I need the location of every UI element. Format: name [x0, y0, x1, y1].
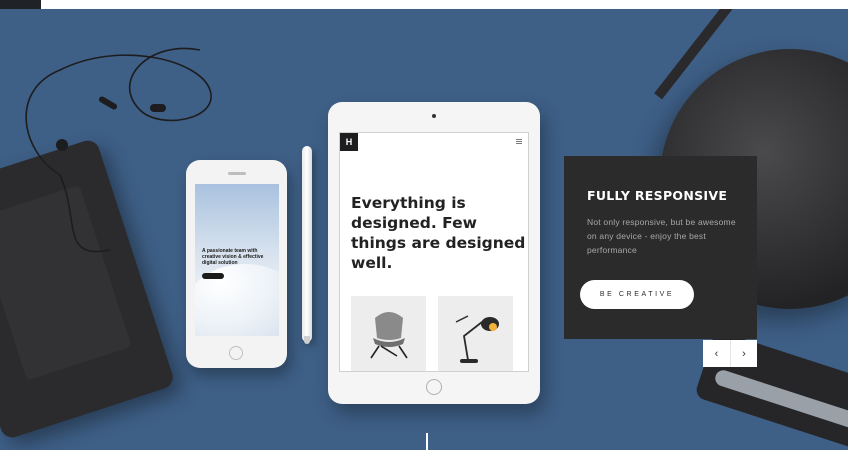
stylus-pencil-prop	[302, 146, 312, 342]
tablet-logo[interactable]: H	[340, 133, 358, 151]
cable-prop	[426, 433, 428, 450]
site-logo[interactable]	[0, 0, 41, 9]
feature-description: Not only responsive, but be awesome on a…	[587, 217, 736, 255]
phone-mockup: A passionate team with creative vision &…	[186, 160, 287, 368]
phone-screen: A passionate team with creative vision &…	[195, 184, 279, 336]
feature-title: FULLY RESPONSIVE	[587, 188, 728, 203]
lamp-product-image[interactable]	[438, 296, 513, 371]
phone-speaker	[228, 172, 246, 175]
lamp-icon	[455, 315, 499, 363]
tablet-home-button	[426, 379, 442, 395]
phone-cta-button[interactable]	[202, 273, 224, 279]
chevron-left-icon: ‹	[714, 347, 719, 360]
next-slide-button[interactable]: ›	[730, 340, 757, 367]
stylus-tip	[304, 336, 310, 344]
chair-icon	[370, 312, 408, 359]
top-bar	[0, 0, 848, 9]
chair-product-image[interactable]	[351, 296, 426, 371]
prev-slide-button[interactable]: ‹	[703, 340, 730, 367]
tablet-mockup: H Everything is designed. Few things are…	[328, 102, 540, 404]
phone-headline: A passionate team with creative vision &…	[202, 248, 264, 266]
slider-navigation: ‹ ›	[703, 340, 757, 367]
phone-home-button	[229, 346, 243, 360]
tablet-camera	[432, 114, 436, 118]
tablet-headline: Everything is designed. Few things are d…	[351, 194, 526, 272]
feature-card: FULLY RESPONSIVE Not only responsive, bu…	[564, 156, 757, 339]
hamburger-menu-icon[interactable]	[516, 139, 522, 145]
tablet-screen: H Everything is designed. Few things are…	[339, 132, 529, 372]
chevron-right-icon: ›	[742, 347, 746, 360]
be-creative-button[interactable]: BE CREATIVE	[580, 280, 694, 309]
